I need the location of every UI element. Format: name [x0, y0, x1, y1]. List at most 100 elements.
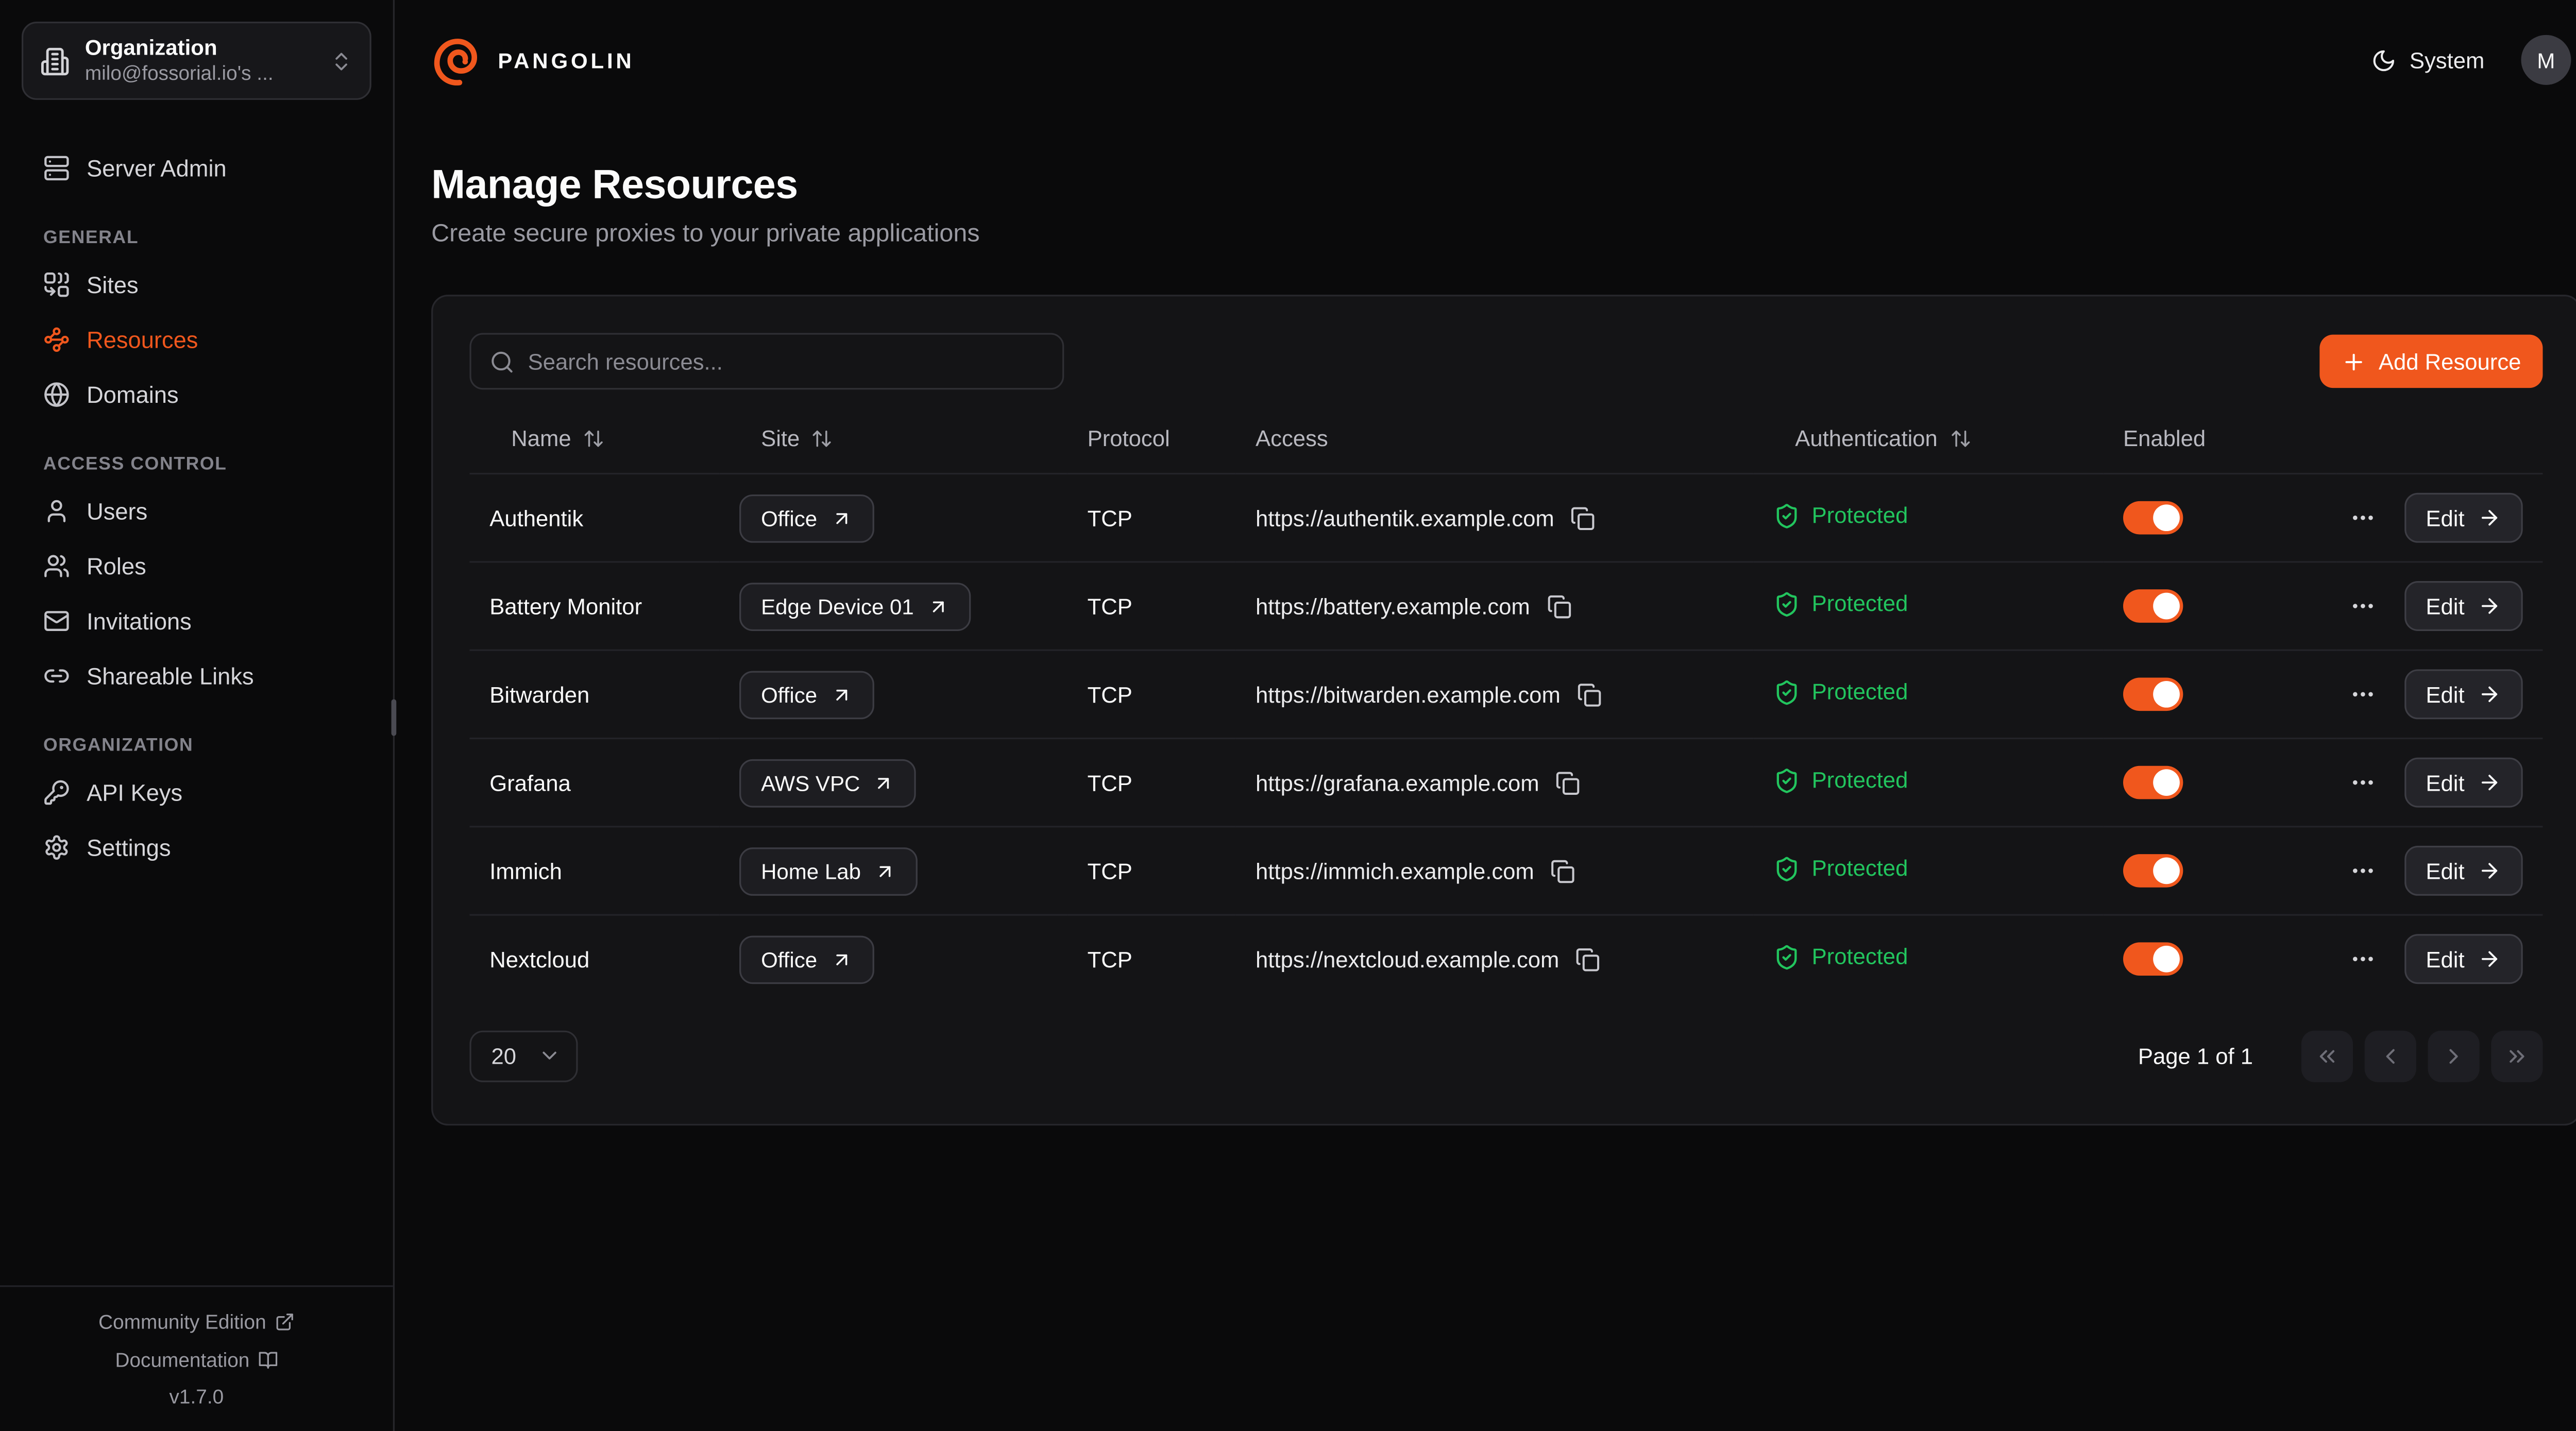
column-header-name[interactable]: Name	[511, 426, 604, 451]
table-row: Battery MonitorEdge Device 01TCPhttps://…	[469, 562, 2543, 650]
column-header-authentication[interactable]: Authentication	[1795, 426, 1971, 451]
site-link-button[interactable]: AWS VPC	[739, 758, 917, 807]
documentation-label: Documentation	[115, 1349, 249, 1372]
arrow-right-icon	[2478, 683, 2501, 706]
avatar[interactable]: M	[2521, 35, 2571, 85]
sidebar-item-sites[interactable]: Sites	[22, 257, 371, 312]
sidebar-spacer	[0, 874, 393, 1286]
edit-label: Edit	[2426, 593, 2464, 618]
sidebar-item-api-keys[interactable]: API Keys	[22, 764, 371, 820]
edit-button[interactable]: Edit	[2404, 846, 2522, 896]
gear-icon	[43, 833, 70, 860]
sidebar-item-resources[interactable]: Resources	[22, 311, 371, 366]
arrow-up-right-icon	[831, 507, 852, 529]
auth-status-badge: Protected	[1773, 590, 1908, 617]
enabled-toggle[interactable]	[2123, 943, 2183, 976]
sidebar-group-access-control: ACCESS CONTROL	[43, 454, 350, 474]
sidebar-item-server-admin[interactable]: Server Admin	[22, 140, 371, 195]
community-edition-link[interactable]: Community Edition	[98, 1311, 294, 1334]
first-page-button[interactable]	[2301, 1030, 2353, 1081]
copy-button[interactable]	[1571, 505, 1596, 530]
copy-icon	[1551, 858, 1575, 883]
org-selector[interactable]: Organization milo@fossorial.io's ...	[22, 22, 371, 100]
row-menu-button[interactable]	[2349, 946, 2376, 973]
site-link-button[interactable]: Office	[739, 670, 874, 719]
column-label: Name	[511, 426, 571, 451]
protocol-value: TCP	[1088, 770, 1132, 795]
page-title: Manage Resources	[431, 163, 2573, 210]
topbar: PANGOLIN System M	[395, 0, 2576, 120]
search-input[interactable]	[528, 349, 1044, 373]
pangolin-logo-icon	[431, 34, 483, 86]
ellipsis-icon	[2349, 858, 2376, 884]
add-resource-button[interactable]: Add Resource	[2320, 335, 2543, 388]
sort-icon	[1949, 428, 1971, 450]
server-icon	[43, 154, 70, 181]
previous-page-button[interactable]	[2365, 1030, 2416, 1081]
toggle-knob	[2153, 858, 2180, 884]
chevrons-up-down-icon	[330, 49, 353, 72]
enabled-toggle[interactable]	[2123, 766, 2183, 799]
copy-button[interactable]	[1547, 593, 1571, 618]
app: Organization milo@fossorial.io's ... Ser…	[0, 0, 2576, 1431]
enabled-toggle[interactable]	[2123, 501, 2183, 535]
ellipsis-icon	[2349, 504, 2376, 531]
copy-button[interactable]	[1576, 947, 1601, 972]
enabled-toggle[interactable]	[2123, 589, 2183, 623]
sidebar-item-roles[interactable]: Roles	[22, 538, 371, 593]
auth-status-badge: Protected	[1773, 944, 1908, 970]
copy-button[interactable]	[1551, 858, 1575, 883]
edit-button[interactable]: Edit	[2404, 758, 2522, 808]
combine-icon	[43, 270, 70, 297]
copy-button[interactable]	[1577, 682, 1602, 707]
theme-toggle-button[interactable]: System	[2371, 47, 2485, 72]
last-page-button[interactable]	[2491, 1030, 2543, 1081]
enabled-toggle[interactable]	[2123, 677, 2183, 711]
auth-status-badge: Protected	[1773, 502, 1908, 529]
edit-label: Edit	[2426, 505, 2464, 530]
sidebar-item-domains[interactable]: Domains	[22, 366, 371, 421]
main-content: PANGOLIN System M Manage Resources Creat…	[395, 0, 2576, 1431]
sidebar-item-shareable-links[interactable]: Shareable Links	[22, 648, 371, 703]
toggle-knob	[2153, 504, 2180, 531]
auth-status-label: Protected	[1812, 768, 1908, 792]
page-size-select[interactable]: 20	[469, 1030, 578, 1081]
table-row: BitwardenOfficeTCPhttps://bitwarden.exam…	[469, 650, 2543, 738]
access-url: https://bitwarden.example.com	[1256, 682, 1561, 707]
edit-button[interactable]: Edit	[2404, 581, 2522, 631]
shield-check-icon	[1773, 944, 1800, 970]
row-menu-button[interactable]	[2349, 769, 2376, 796]
resources-card: Add Resource Name Site Protocol Access A…	[431, 295, 2576, 1125]
sidebar-item-label: Shareable Links	[87, 662, 254, 689]
row-menu-button[interactable]	[2349, 593, 2376, 620]
arrow-up-right-icon	[874, 860, 896, 881]
copy-button[interactable]	[1556, 770, 1581, 795]
site-link-button[interactable]: Office	[739, 493, 874, 542]
edit-button[interactable]: Edit	[2404, 934, 2522, 984]
column-header-site[interactable]: Site	[761, 426, 833, 451]
auth-status-label: Protected	[1812, 944, 1908, 969]
sidebar-item-users[interactable]: Users	[22, 483, 371, 538]
sidebar-item-label: Settings	[87, 833, 171, 860]
site-link-button[interactable]: Home Lab	[739, 847, 918, 895]
sidebar-item-invitations[interactable]: Invitations	[22, 593, 371, 648]
site-link-button[interactable]: Office	[739, 935, 874, 984]
edit-button[interactable]: Edit	[2404, 493, 2522, 543]
next-page-button[interactable]	[2428, 1030, 2479, 1081]
arrow-right-icon	[2478, 594, 2501, 618]
users-icon	[43, 552, 70, 578]
site-link-button[interactable]: Edge Device 01	[739, 582, 971, 631]
sidebar-item-label: Server Admin	[87, 154, 227, 181]
row-menu-button[interactable]	[2349, 504, 2376, 531]
sidebar-item-settings[interactable]: Settings	[22, 819, 371, 874]
sidebar-resize-handle[interactable]	[392, 700, 397, 736]
sidebar-item-label: Users	[87, 497, 147, 524]
row-menu-button[interactable]	[2349, 681, 2376, 708]
edit-button[interactable]: Edit	[2404, 669, 2522, 719]
copy-icon	[1547, 593, 1571, 618]
sidebar-footer: Community Edition Documentation v1.7.0	[0, 1286, 393, 1431]
row-menu-button[interactable]	[2349, 858, 2376, 884]
documentation-link[interactable]: Documentation	[115, 1349, 278, 1372]
enabled-toggle[interactable]	[2123, 854, 2183, 888]
copy-icon	[1577, 682, 1602, 707]
